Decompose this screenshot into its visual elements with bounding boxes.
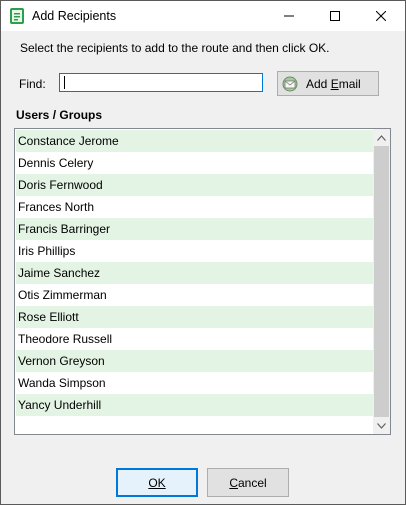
scrollbar-thumb[interactable] (374, 146, 389, 417)
email-icon (282, 76, 298, 92)
vertical-scrollbar[interactable] (373, 129, 390, 434)
ok-label: OK (148, 475, 166, 490)
find-input[interactable] (59, 73, 263, 92)
list-item[interactable]: Dennis Celery (16, 152, 373, 174)
users-groups-list[interactable]: Constance Jerome Dennis Celery Doris Fer… (14, 128, 391, 435)
close-button[interactable] (358, 1, 404, 31)
close-icon (376, 11, 386, 21)
ok-button[interactable]: OK (116, 468, 198, 497)
scroll-up-button[interactable] (373, 129, 390, 146)
maximize-button[interactable] (312, 1, 358, 31)
window-title: Add Recipients (32, 9, 117, 23)
list-item[interactable]: Doris Fernwood (16, 174, 373, 196)
add-recipients-dialog: Add Recipients Select the recipients to … (0, 0, 406, 505)
list-item[interactable]: Francis Barringer (16, 218, 373, 240)
list-item[interactable]: Wanda Simpson (16, 372, 373, 394)
app-document-icon (10, 8, 24, 24)
add-email-label: Add Email (306, 77, 361, 91)
list-item[interactable]: Otis Zimmerman (16, 284, 373, 306)
list-item[interactable]: Jaime Sanchez (16, 262, 373, 284)
chevron-up-icon (377, 134, 386, 141)
list-item[interactable]: Iris Phillips (16, 240, 373, 262)
users-groups-header: Users / Groups (16, 108, 103, 122)
list-item[interactable]: Vernon Greyson (16, 350, 373, 372)
chevron-down-icon (377, 422, 386, 429)
minimize-icon (284, 15, 294, 17)
scroll-down-button[interactable] (373, 417, 390, 434)
cancel-button[interactable]: Cancel (207, 468, 289, 497)
instructions-text: Select the recipients to add to the rout… (20, 41, 330, 55)
list-item[interactable]: Rose Elliott (16, 306, 373, 328)
minimize-button[interactable] (266, 1, 312, 31)
list-item[interactable]: Yancy Underhill (16, 394, 373, 416)
cancel-label: Cancel (229, 475, 267, 490)
list-item[interactable]: Constance Jerome (16, 130, 373, 152)
add-email-button[interactable]: Add Email (277, 71, 379, 96)
find-label: Find: (19, 77, 46, 91)
list-item[interactable]: Theodore Russell (16, 328, 373, 350)
title-bar[interactable]: Add Recipients (1, 1, 405, 31)
maximize-icon (330, 11, 340, 21)
list-item[interactable]: Frances North (16, 196, 373, 218)
text-caret (64, 76, 65, 89)
